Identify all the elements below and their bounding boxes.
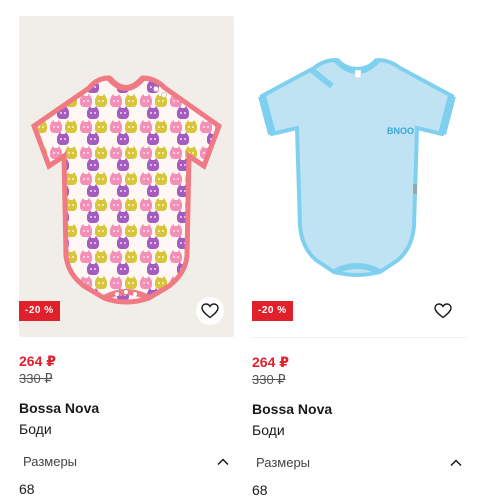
brand-name[interactable]: Bossa Nova bbox=[252, 400, 467, 418]
old-price: 330 ₽ bbox=[19, 371, 53, 386]
discount-badge: -20 % bbox=[252, 301, 293, 321]
sizes-label: Размеры bbox=[23, 454, 78, 469]
favorite-button[interactable] bbox=[196, 297, 224, 325]
current-price: 264 ₽ bbox=[19, 353, 56, 369]
sizes-toggle[interactable]: Размеры bbox=[252, 455, 467, 471]
product-image[interactable]: BNOO -20 % bbox=[252, 16, 467, 338]
product-image[interactable]: -20 % bbox=[19, 16, 234, 337]
current-price: 264 ₽ bbox=[252, 354, 289, 370]
favorite-button[interactable] bbox=[429, 297, 457, 325]
product-category: Боди bbox=[252, 422, 285, 438]
heart-icon bbox=[434, 303, 452, 319]
old-price: 330 ₽ bbox=[252, 372, 286, 387]
sizes-label: Размеры bbox=[256, 455, 311, 470]
product-card[interactable]: -20 % 264 ₽ 330 ₽ Bossa Nova Боди Размер… bbox=[19, 16, 234, 498]
product-card[interactable]: BNOO -20 % 264 ₽ 330 ₽ Bossa Nova Боди Р… bbox=[252, 16, 467, 499]
size-value[interactable]: 68 bbox=[19, 480, 234, 498]
bodysuit-blue-image: BNOO bbox=[252, 16, 467, 337]
product-category: Боди bbox=[19, 421, 52, 437]
discount-badge: -20 % bbox=[19, 301, 60, 321]
brand-name[interactable]: Bossa Nova bbox=[19, 399, 234, 417]
sizes-toggle[interactable]: Размеры bbox=[19, 454, 234, 470]
chevron-up-icon bbox=[217, 458, 229, 466]
chevron-up-icon bbox=[450, 459, 462, 467]
bodysuit-pattern-image bbox=[19, 16, 234, 337]
heart-icon bbox=[201, 303, 219, 319]
garment-logo: BNOO bbox=[387, 126, 414, 136]
size-value[interactable]: 68 bbox=[252, 481, 467, 499]
